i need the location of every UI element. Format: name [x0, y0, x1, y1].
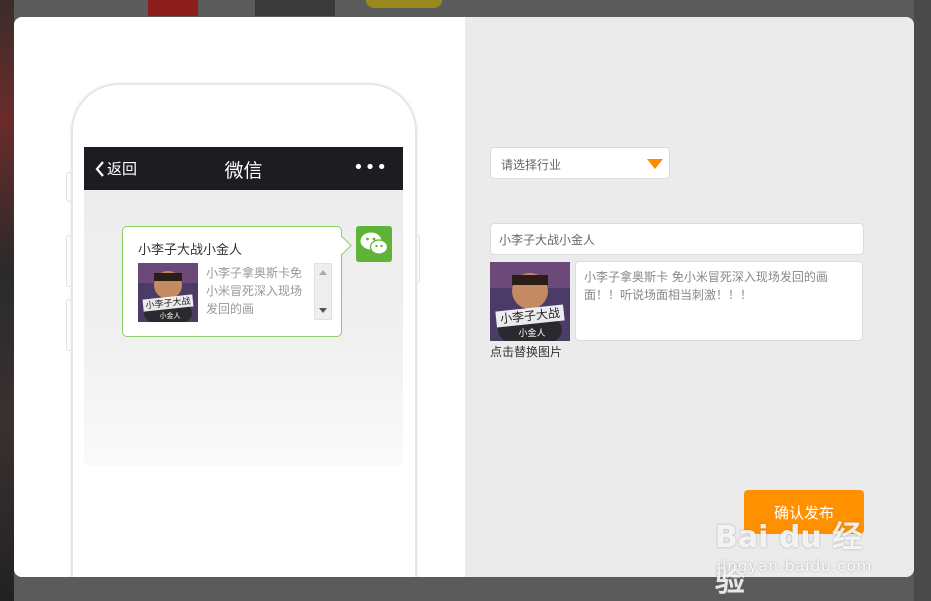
share-card: 小李子大战小金人 小李子大战 小金人 小李子拿奥斯卡免小米冒死深入现场发回的画 — [122, 226, 342, 337]
backdrop-right-strip — [914, 0, 931, 601]
share-card-title: 小李子大战小金人 — [138, 243, 243, 258]
cover-caption-text: 小金人 — [518, 327, 545, 339]
publish-modal: 返回 微信 ••• 小李子大战小金人 小李子大战 小金人 小李子拿奥斯卡免小米冒 — [14, 17, 914, 577]
edit-pane: 请选择行业 小李子大战 小金人 点击替换图片 小李子拿奥斯卡 免小米冒死深入现场… — [465, 17, 914, 577]
wechat-icon — [356, 226, 392, 262]
backdrop-top-button — [366, 0, 442, 8]
confirm-publish-button[interactable]: 确认发布 — [744, 490, 864, 534]
thumb-caption: 小金人 — [160, 311, 181, 320]
backdrop-top-fragment — [148, 0, 198, 16]
dropdown-arrow-icon[interactable] — [647, 159, 663, 169]
scroll-down-icon[interactable] — [319, 308, 327, 313]
backdrop-left-strip — [0, 0, 14, 601]
description-textarea[interactable]: 小李子拿奥斯卡 免小米冒死深入现场发回的画面！！听说场面相当刺激！！！ — [575, 261, 863, 341]
scroll-up-icon[interactable] — [319, 270, 327, 275]
industry-select-placeholder: 请选择行业 — [501, 158, 562, 172]
card-scrollbar[interactable] — [314, 263, 332, 320]
cover-image[interactable]: 小李子大战 小金人 — [490, 262, 570, 341]
phone-screen: 返回 微信 ••• 小李子大战小金人 小李子大战 小金人 小李子拿奥斯卡免小米冒 — [84, 147, 403, 465]
share-card-description: 小李子拿奥斯卡免小米冒死深入现场发回的画 — [206, 266, 303, 316]
title-input[interactable] — [490, 223, 864, 255]
backdrop-top-fragment — [255, 0, 335, 16]
industry-select[interactable]: 请选择行业 — [490, 147, 670, 179]
more-icon[interactable]: ••• — [353, 157, 388, 178]
wechat-navbar: 返回 微信 ••• — [84, 147, 403, 190]
replace-image-link[interactable]: 点击替换图片 — [490, 343, 562, 360]
share-card-thumbnail: 小李子大战 小金人 — [138, 263, 198, 322]
preview-pane: 返回 微信 ••• 小李子大战小金人 小李子大战 小金人 小李子拿奥斯卡免小米冒 — [14, 17, 465, 577]
wechat-logo-icon — [360, 232, 389, 255]
